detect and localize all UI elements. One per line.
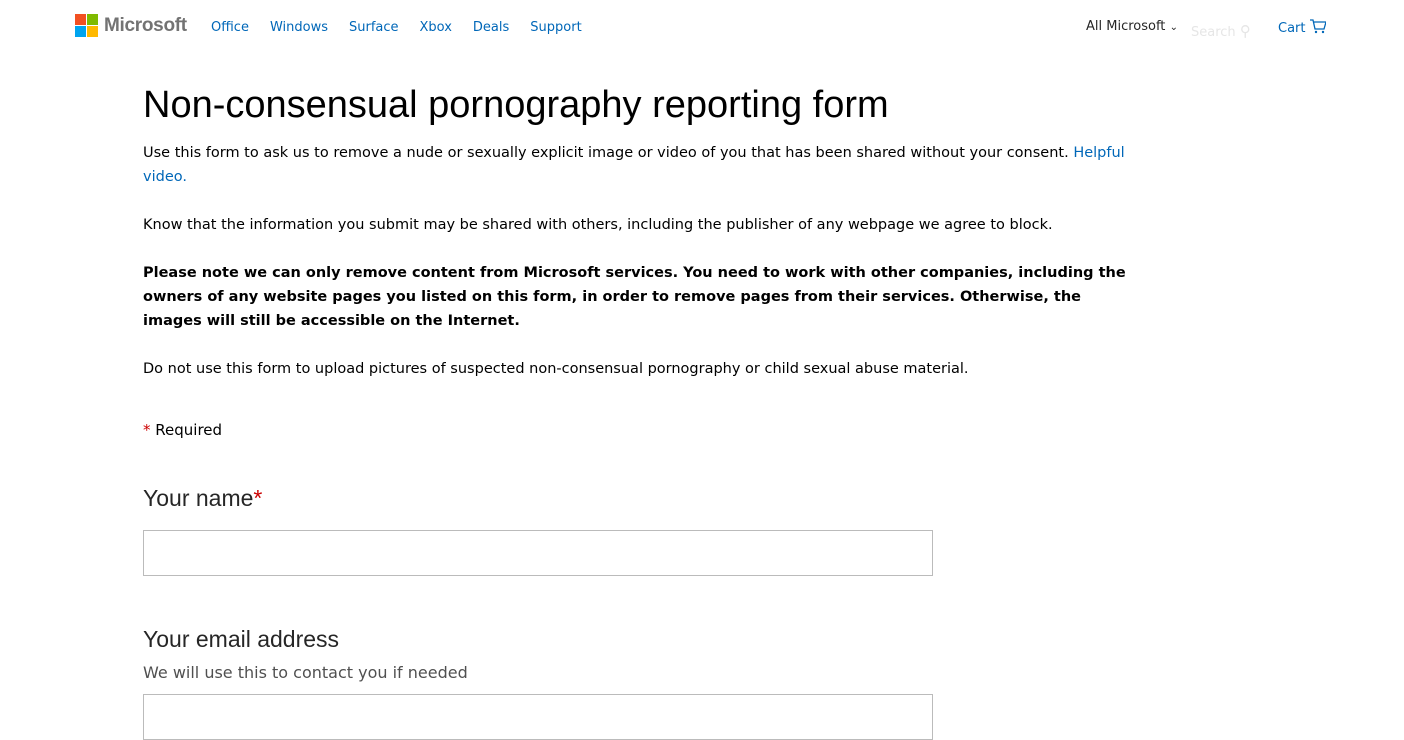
nav-surface[interactable]: Surface (349, 20, 399, 35)
microsoft-logo-icon (75, 14, 98, 37)
name-label: Your name* (143, 485, 1143, 512)
nav-xbox[interactable]: Xbox (420, 20, 452, 35)
search-placeholder: Search (1191, 25, 1236, 40)
required-label: Required (155, 421, 223, 439)
site-header: Microsoft Office Windows Surface Xbox De… (0, 0, 1404, 56)
cart-label: Cart (1278, 21, 1306, 36)
required-legend: * Required (143, 421, 1143, 439)
all-microsoft-label: All Microsoft (1086, 19, 1166, 34)
chevron-down-icon: ⌄ (1169, 22, 1178, 33)
name-label-text: Your name (143, 485, 254, 511)
nav-deals[interactable]: Deals (473, 20, 509, 35)
email-hint: We will use this to contact you if neede… (143, 663, 468, 682)
search-input[interactable]: Search ⚲ (1191, 22, 1251, 40)
scope-notice: Please note we can only remove content f… (143, 265, 1126, 329)
required-mark: * (143, 421, 151, 439)
email-input[interactable] (143, 694, 933, 740)
nav-office[interactable]: Office (211, 20, 249, 35)
intro-copy: Use this form to ask us to remove a nude… (143, 145, 1069, 161)
page-title: Non-consensual pornography reporting for… (143, 84, 889, 126)
cart-link[interactable]: Cart (1278, 19, 1327, 36)
sharing-notice: Know that the information you submit may… (143, 217, 1053, 233)
cart-icon (1309, 19, 1327, 34)
email-label: Your email address (143, 626, 340, 652)
all-microsoft-menu[interactable]: All Microsoft ⌄ (1086, 19, 1178, 34)
search-icon: ⚲ (1239, 22, 1251, 40)
microsoft-logo[interactable]: Microsoft (75, 14, 187, 37)
required-mark: * (253, 485, 263, 511)
name-input[interactable] (143, 530, 933, 576)
nav-windows[interactable]: Windows (270, 20, 328, 35)
brand-name: Microsoft (104, 14, 187, 36)
nav-support[interactable]: Support (530, 20, 581, 35)
main-nav: Office Windows Surface Xbox Deals Suppor… (211, 20, 582, 35)
intro-text: Use this form to ask us to remove a nude… (143, 141, 1143, 189)
report-form: Non-consensual pornography reporting for… (143, 84, 1143, 740)
upload-warning: Do not use this form to upload pictures … (143, 361, 969, 377)
